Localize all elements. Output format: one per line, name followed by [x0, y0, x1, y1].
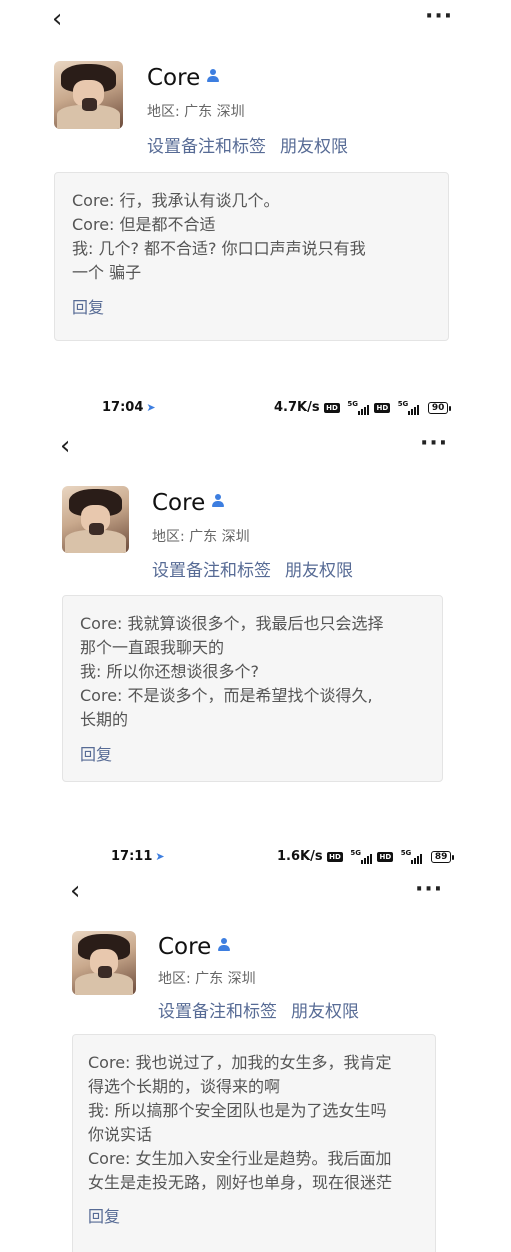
- friend-permissions-link[interactable]: 朋友权限: [291, 1002, 359, 1022]
- back-button[interactable]: ‹: [60, 433, 70, 459]
- contact-name: Core: [158, 936, 231, 959]
- person-icon: [217, 938, 231, 952]
- message-line: 女生是走投无路，刚好也单身，现在很迷茫: [88, 1173, 393, 1192]
- more-options-button[interactable]: ···: [420, 433, 448, 455]
- back-button[interactable]: ‹: [52, 6, 62, 32]
- hd-icon: HD: [374, 402, 391, 413]
- message-line: 我: 所以搞那个安全团队也是为了选女生吗: [88, 1101, 387, 1120]
- signal-icon: 5G: [401, 849, 424, 864]
- avatar[interactable]: [54, 61, 123, 129]
- more-options-button[interactable]: ···: [415, 879, 443, 901]
- reply-link[interactable]: 回复: [88, 1203, 420, 1227]
- set-remark-link[interactable]: 设置备注和标签: [152, 561, 271, 581]
- person-icon: [206, 69, 220, 83]
- status-time: 17:04 ➤: [102, 400, 156, 415]
- message-line: 一个 骗子: [72, 263, 142, 282]
- message-line: 得选个长期的，谈得来的啊: [88, 1077, 281, 1096]
- battery-icon: 89: [430, 850, 454, 863]
- reply-link[interactable]: 回复: [80, 741, 425, 765]
- message-line: 我: 几个? 都不合适? 你口口声声说只有我: [72, 239, 366, 258]
- message-line: Core: 我也说过了，加我的女生多，我肯定: [88, 1053, 392, 1072]
- friend-permissions-link[interactable]: 朋友权限: [280, 137, 348, 157]
- set-remark-link[interactable]: 设置备注和标签: [158, 1002, 277, 1022]
- person-icon: [211, 494, 225, 508]
- contact-links: 设置备注和标签 朋友权限: [152, 556, 367, 581]
- set-remark-link[interactable]: 设置备注和标签: [147, 137, 266, 157]
- avatar[interactable]: [72, 931, 136, 995]
- chevron-left-icon: ‹: [70, 876, 81, 906]
- hd-icon: HD: [324, 402, 340, 413]
- contact-region: 地区: 广东 深圳: [152, 529, 250, 545]
- contact-name: Core: [147, 67, 220, 90]
- signal-icon: 5G: [350, 849, 373, 864]
- more-dots-icon: ···: [425, 4, 454, 29]
- message-line: Core: 女生加入安全行业是趋势。我后面加: [88, 1149, 392, 1168]
- signal-icon: 5G: [347, 400, 370, 415]
- status-network: 1.6K/s HD 5G HD 5G 89: [277, 849, 454, 864]
- hd-icon: HD: [327, 851, 343, 862]
- contact-links: 设置备注和标签 朋友权限: [147, 132, 362, 157]
- message-line: 我: 所以你还想谈很多个?: [80, 662, 259, 681]
- chevron-left-icon: ‹: [52, 4, 63, 34]
- message-card: Core: 我也说过了，加我的女生多，我肯定 得选个长期的，谈得来的啊 我: 所…: [72, 1034, 436, 1252]
- message-card: Core: 我就算谈很多个，我最后也只会选择 那个一直跟我聊天的 我: 所以你还…: [62, 595, 443, 782]
- chevron-left-icon: ‹: [60, 431, 71, 461]
- signal-icon: 5G: [398, 400, 421, 415]
- location-arrow-icon: ➤: [155, 850, 165, 863]
- message-line: Core: 但是都不合适: [72, 215, 216, 234]
- hd-icon: HD: [377, 851, 394, 862]
- message-line: Core: 我就算谈很多个，我最后也只会选择: [80, 614, 384, 633]
- reply-link[interactable]: 回复: [72, 294, 431, 318]
- message-line: Core: 行，我承认有谈几个。: [72, 191, 280, 210]
- status-time: 17:11 ➤: [111, 849, 165, 864]
- contact-name: Core: [152, 492, 225, 515]
- status-network: 4.7K/s HD 5G HD 5G 90: [274, 400, 451, 415]
- location-arrow-icon: ➤: [146, 401, 156, 414]
- message-line: 那个一直跟我聊天的: [80, 638, 225, 657]
- more-options-button[interactable]: ···: [425, 6, 453, 28]
- more-dots-icon: ···: [415, 877, 444, 902]
- contact-region: 地区: 广东 深圳: [158, 971, 256, 987]
- back-button[interactable]: ‹: [70, 878, 80, 904]
- message-card: Core: 行，我承认有谈几个。 Core: 但是都不合适 我: 几个? 都不合…: [54, 172, 449, 341]
- message-line: 长期的: [80, 710, 129, 729]
- battery-icon: 90: [427, 401, 451, 414]
- message-line: 你说实话: [88, 1125, 153, 1144]
- friend-permissions-link[interactable]: 朋友权限: [285, 561, 353, 581]
- more-dots-icon: ···: [420, 431, 449, 456]
- contact-links: 设置备注和标签 朋友权限: [158, 997, 373, 1022]
- contact-region: 地区: 广东 深圳: [147, 104, 245, 120]
- message-line: Core: 不是谈多个，而是希望找个谈得久,: [80, 686, 373, 705]
- avatar[interactable]: [62, 486, 129, 553]
